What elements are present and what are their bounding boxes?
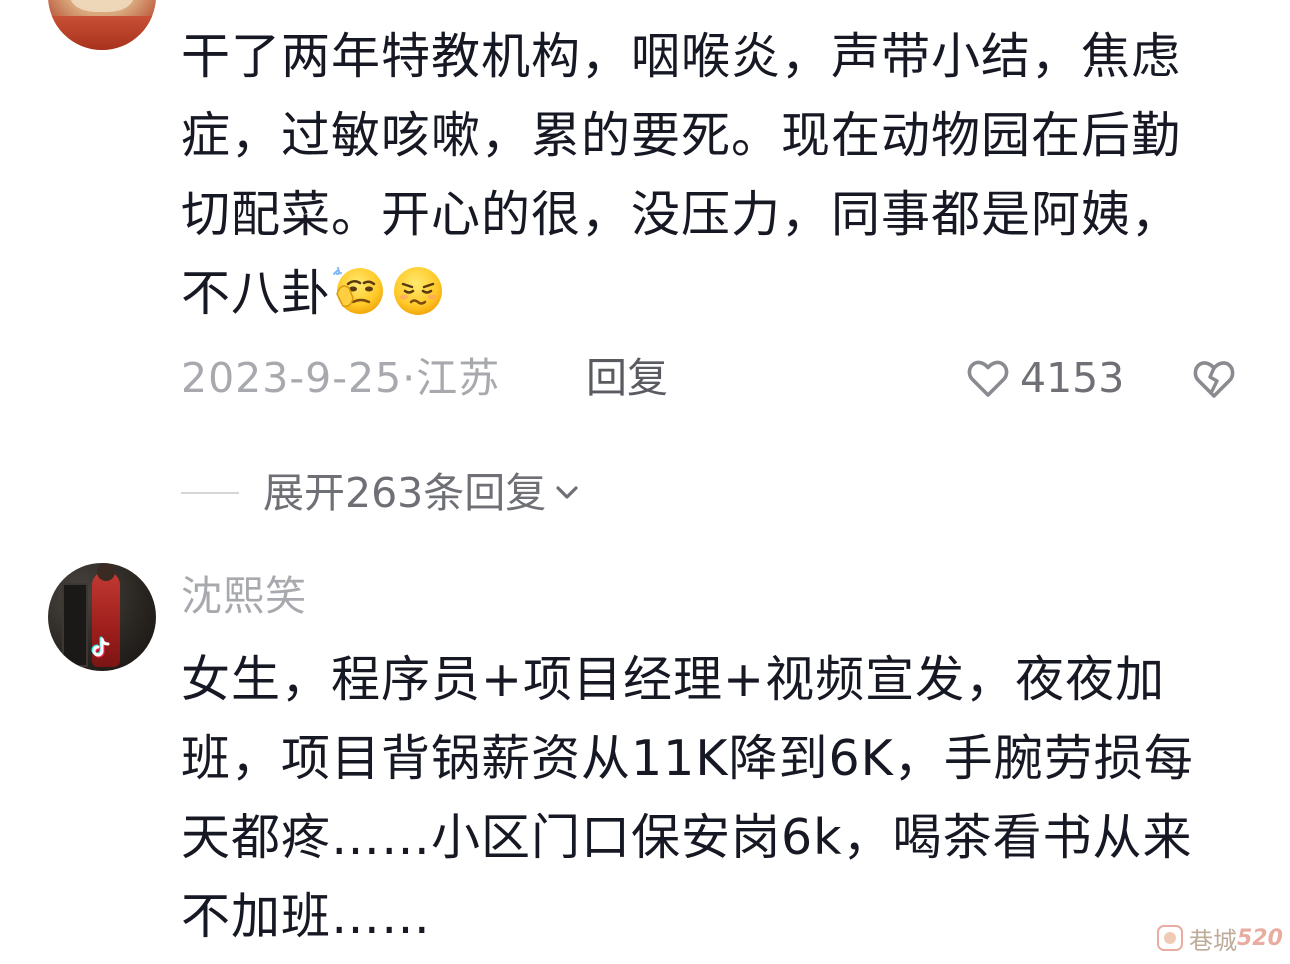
tiktok-icon xyxy=(91,636,110,658)
divider xyxy=(181,492,239,494)
like-count: 4153 xyxy=(1020,354,1125,402)
avatar[interactable] xyxy=(48,0,156,50)
smirk-face-emoji-icon xyxy=(391,264,445,318)
comment-date-location: 2023-9-25·江苏 xyxy=(181,354,501,402)
comment-text: 干了两年特教机构，咽喉炎，声带小结，焦虑症，过敏咳嗽，累的要死。现在动物园在后勤… xyxy=(181,28,1182,322)
expand-replies-label: 展开263条回复 xyxy=(263,469,547,517)
watermark-text: 巷城 xyxy=(1189,926,1237,955)
expand-replies-button[interactable]: 展开263条回复 xyxy=(181,468,582,518)
comment-text: 女生，程序员+项目经理+视频宣发，夜夜加班，项目背锅薪资从11K降到6K，手腕劳… xyxy=(181,651,1194,945)
username[interactable]: 沈熙笑 xyxy=(181,568,307,624)
thinking-face-emoji-icon xyxy=(331,264,385,318)
watermark-number: 520 xyxy=(1237,925,1283,951)
watermark: 巷城 520 xyxy=(1155,920,1283,956)
comment-meta: 2023-9-25·江苏 回复 4153 xyxy=(181,350,1241,406)
like-button[interactable]: 4153 xyxy=(964,350,1124,406)
comment-list: 干了两年特教机构，咽喉炎，声带小结，焦虑症，过敏咳嗽，累的要死。现在动物园在后勤… xyxy=(0,0,1290,964)
watermark-logo-icon xyxy=(1157,925,1183,951)
chevron-down-icon xyxy=(556,486,578,499)
reply-button[interactable]: 回复 xyxy=(586,350,668,406)
avatar[interactable] xyxy=(48,563,156,671)
heart-icon xyxy=(967,360,1009,397)
broken-heart-icon[interactable] xyxy=(1189,353,1239,403)
